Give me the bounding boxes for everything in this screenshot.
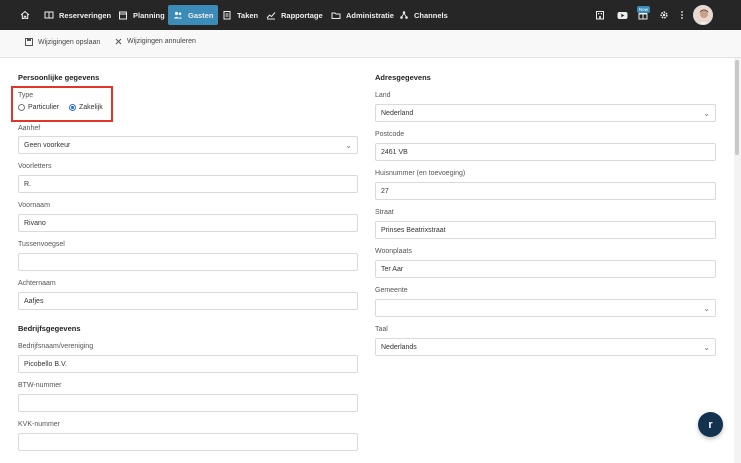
voornaam-field[interactable]: Rivano bbox=[18, 214, 358, 232]
radio-label: Particulier bbox=[28, 104, 60, 111]
chevron-down-icon: ⌄ bbox=[703, 108, 710, 118]
aanhef-value: Geen voorkeur bbox=[24, 141, 71, 149]
bedrijfsnaam-value: Picobello B.V. bbox=[24, 360, 67, 368]
btw-label: BTW-nummer bbox=[18, 382, 62, 389]
chart-icon bbox=[266, 10, 276, 20]
taal-select[interactable]: Nederlands ⌄ bbox=[375, 338, 716, 356]
tussenvoegsel-field[interactable] bbox=[18, 253, 358, 271]
straat-label: Straat bbox=[375, 209, 394, 216]
youtube-icon[interactable] bbox=[615, 7, 629, 23]
postcode-value: 2461 VB bbox=[381, 148, 408, 156]
nav-administratie[interactable]: Administratie bbox=[331, 5, 394, 25]
nav-gasten[interactable]: Gasten bbox=[168, 5, 219, 25]
gear-icon[interactable] bbox=[657, 7, 671, 23]
achternaam-label: Achternaam bbox=[18, 280, 56, 287]
land-select[interactable]: Nederland ⌄ bbox=[375, 104, 716, 122]
voorletters-field[interactable]: R. bbox=[18, 175, 358, 193]
chevron-down-icon: ⌄ bbox=[703, 342, 710, 352]
woonplaats-label: Woonplaats bbox=[375, 248, 412, 255]
kvk-label: KVK-nummer bbox=[18, 421, 61, 428]
nav-label: Gasten bbox=[188, 10, 214, 20]
huisnummer-label: Huisnummer (en toevoeging) bbox=[375, 170, 466, 177]
top-navigation: Reserveringen Planning Gasten Taken Rapp… bbox=[0, 0, 741, 30]
save-button[interactable]: Wijzigingen opslaan bbox=[25, 38, 100, 46]
woonplaats-value: Ter Aar bbox=[381, 265, 404, 273]
achternaam-value: Aafjes bbox=[24, 297, 44, 305]
bedrijfsnaam-label: Bedrijfsnaam/vereniging bbox=[18, 343, 94, 350]
radio-circle-checked bbox=[69, 104, 76, 111]
chevron-down-icon: ⌄ bbox=[703, 303, 710, 313]
taal-label: Taal bbox=[375, 326, 388, 333]
new-badge: New bbox=[637, 6, 651, 13]
network-icon bbox=[399, 10, 409, 20]
personal-section-title: Persoonlijke gegevens bbox=[18, 73, 100, 82]
cancel-button-label: Wijzigingen annuleren bbox=[127, 38, 196, 45]
folder-icon bbox=[331, 10, 341, 20]
save-button-label: Wijzigingen opslaan bbox=[38, 38, 101, 46]
cancel-button[interactable]: Wijzigingen annuleren bbox=[115, 38, 196, 45]
woonplaats-field[interactable]: Ter Aar bbox=[375, 260, 716, 278]
achternaam-field[interactable]: Aafjes bbox=[18, 292, 358, 310]
nav-channels[interactable]: Channels bbox=[399, 5, 448, 25]
huisnummer-value: 27 bbox=[381, 187, 389, 195]
nav-taken[interactable]: Taken bbox=[222, 5, 258, 25]
straat-value: Prinses Beatrixstraat bbox=[381, 226, 446, 234]
nav-rapportage[interactable]: Rapportage bbox=[266, 5, 323, 25]
straat-field[interactable]: Prinses Beatrixstraat bbox=[375, 221, 716, 239]
postcode-label: Postcode bbox=[375, 131, 405, 138]
company-section-title: Bedrijfsgegevens bbox=[18, 324, 81, 333]
nav-label: Reserveringen bbox=[59, 10, 112, 20]
voorletters-value: R. bbox=[24, 180, 31, 188]
voorletters-label: Voorletters bbox=[18, 163, 52, 170]
gemeente-label: Gemeente bbox=[375, 287, 408, 294]
nav-label: Administratie bbox=[346, 10, 394, 20]
taal-value: Nederlands bbox=[381, 343, 417, 351]
home-button[interactable] bbox=[20, 5, 35, 25]
voornaam-value: Rivano bbox=[24, 219, 46, 227]
scrollbar-thumb[interactable] bbox=[735, 60, 739, 155]
radio-circle bbox=[18, 104, 25, 111]
action-toolbar: Wijzigingen opslaan Wijzigingen annulere… bbox=[0, 30, 741, 58]
close-icon bbox=[115, 38, 122, 45]
hotel-icon[interactable] bbox=[593, 7, 607, 23]
chevron-down-icon: ⌄ bbox=[345, 140, 352, 150]
nav-label: Planning bbox=[133, 10, 165, 20]
aanhef-label: Aanhef bbox=[18, 125, 41, 132]
book-icon bbox=[44, 10, 54, 20]
chat-launcher-letter: r bbox=[708, 418, 713, 431]
clipboard-icon bbox=[222, 10, 232, 20]
tussenvoegsel-label: Tussenvoegsel bbox=[18, 241, 65, 248]
land-value: Nederland bbox=[381, 109, 414, 117]
calendar-icon bbox=[118, 10, 128, 20]
nav-reserveringen[interactable]: Reserveringen bbox=[44, 5, 111, 25]
nav-label: Rapportage bbox=[281, 10, 323, 20]
nav-label: Channels bbox=[414, 10, 448, 20]
avatar[interactable] bbox=[693, 5, 713, 25]
users-icon bbox=[173, 10, 183, 20]
home-icon bbox=[20, 10, 30, 20]
more-vertical-icon[interactable] bbox=[675, 7, 689, 23]
gemeente-select[interactable]: ⌄ bbox=[375, 299, 716, 317]
chat-launcher-button[interactable]: r bbox=[698, 412, 723, 437]
radio-particulier[interactable]: Particulier bbox=[18, 104, 59, 111]
btw-field[interactable] bbox=[18, 394, 358, 412]
land-label: Land bbox=[375, 92, 391, 99]
nav-planning[interactable]: Planning bbox=[118, 5, 165, 25]
type-label: Type bbox=[18, 92, 34, 99]
voornaam-label: Voornaam bbox=[18, 202, 50, 209]
radio-label: Zakelijk bbox=[79, 104, 103, 111]
aanhef-select[interactable]: Geen voorkeur ⌄ bbox=[18, 136, 358, 154]
bedrijfsnaam-field[interactable]: Picobello B.V. bbox=[18, 355, 358, 373]
huisnummer-field[interactable]: 27 bbox=[375, 182, 716, 200]
kvk-field[interactable] bbox=[18, 433, 358, 451]
radio-zakelijk[interactable]: Zakelijk bbox=[69, 104, 103, 111]
address-section-title: Adresgegevens bbox=[375, 73, 431, 82]
postcode-field[interactable]: 2461 VB bbox=[375, 143, 716, 161]
save-icon bbox=[25, 38, 33, 46]
nav-label: Taken bbox=[237, 10, 259, 20]
